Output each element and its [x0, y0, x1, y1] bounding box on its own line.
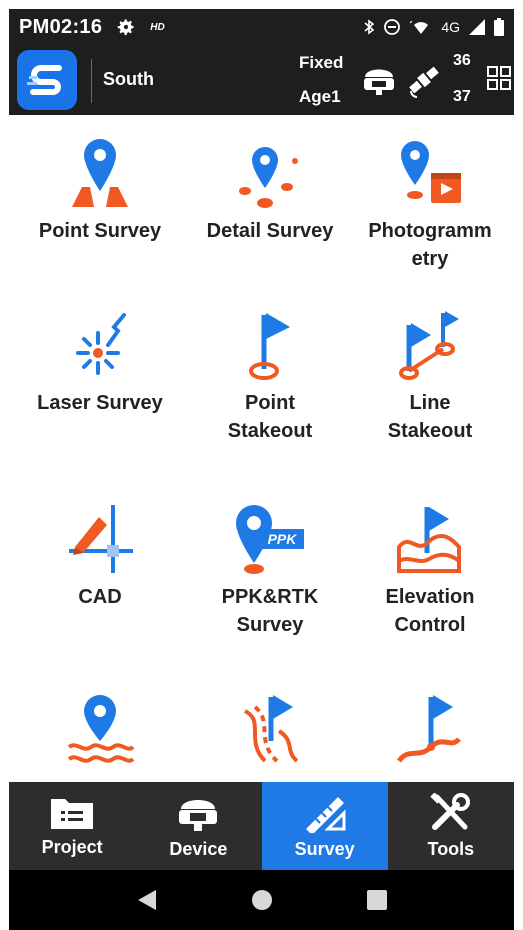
ppk-badge: PPK [268, 531, 298, 547]
tile-cad[interactable]: CAD [16, 495, 184, 611]
wifi-icon [409, 20, 429, 34]
app-grid-icon[interactable] [487, 65, 511, 93]
bottom-navigation: Project Device Survey Tools [9, 782, 514, 870]
detail-survey-icon [239, 147, 298, 208]
survey-function-grid: Point Survey Detail Survey Photogramm et… [9, 115, 514, 782]
tile-label: Point Survey [38, 220, 162, 242]
system-navigation-bar [9, 870, 514, 930]
tile-laser-survey[interactable]: Laser Survey [16, 301, 184, 417]
nav-label: Tools [427, 838, 475, 859]
tile-curve-stakeout[interactable] [346, 685, 514, 773]
nav-project[interactable]: Project [9, 782, 135, 870]
point-stakeout-icon [249, 313, 290, 380]
battery-icon [494, 18, 504, 36]
tile-photogrammetry[interactable]: Photogramm etry [346, 129, 514, 273]
do-not-disturb-icon [384, 19, 401, 35]
hd-indicator: HD [150, 21, 165, 33]
project-icon [51, 798, 94, 829]
tile-ppk-rtk-survey[interactable]: PPK PPK&RTK Survey [186, 495, 354, 639]
tile-detail-survey[interactable]: Detail Survey [186, 129, 354, 245]
tile-label: Laser Survey [37, 392, 163, 414]
tile-label: Elevation Control [385, 586, 475, 636]
tile-label: Photogramm etry [368, 220, 492, 270]
nav-label: Survey [294, 838, 355, 859]
tile-label: Line Stakeout [387, 392, 473, 442]
tile-road-stakeout[interactable] [186, 685, 354, 773]
tile-elevation-control[interactable]: Elevation Control [346, 495, 514, 639]
differential-age: Age1 [299, 87, 341, 106]
ppk-rtk-icon: PPK [236, 505, 304, 574]
status-bar: PM02:16 HD 4G [9, 9, 514, 45]
gear-icon [118, 19, 134, 35]
survey-icon [305, 796, 346, 833]
solution-status: Fixed [299, 53, 344, 72]
nav-device[interactable]: Device [135, 782, 261, 870]
status-time: PM02:16 [19, 15, 103, 38]
tile-point-survey[interactable]: Point Survey [16, 129, 184, 245]
road-stakeout-icon [243, 695, 299, 763]
south-logo-icon [27, 65, 62, 95]
bluetooth-icon [364, 19, 375, 35]
header-divider [91, 59, 92, 103]
tile-label: Point Stakeout [227, 392, 313, 442]
elevation-control-icon [397, 507, 461, 573]
brand-name: South [103, 69, 154, 89]
line-stakeout-icon [399, 311, 459, 380]
point-survey-icon [72, 139, 128, 207]
signal-icon [469, 19, 485, 35]
app-logo[interactable] [17, 50, 77, 110]
app-header: South Fixed Age1 36 37 [9, 45, 514, 115]
nav-label: Device [169, 838, 228, 859]
tile-line-stakeout[interactable]: Line Stakeout [346, 301, 514, 445]
satellites-visible: 37 [453, 88, 471, 105]
photogrammetry-icon [401, 141, 461, 203]
back-icon[interactable] [136, 888, 158, 912]
tools-icon [430, 792, 470, 830]
gnss-receiver-icon[interactable] [361, 63, 397, 97]
network-type: 4G [441, 19, 460, 35]
tile-water-survey[interactable] [16, 685, 184, 773]
tile-point-stakeout[interactable]: Point Stakeout [186, 301, 354, 445]
device-icon [179, 799, 218, 831]
satellites-used: 36 [453, 52, 471, 69]
nav-tools[interactable]: Tools [388, 782, 514, 870]
curve-stakeout-icon [396, 695, 461, 763]
nav-survey[interactable]: Survey [261, 782, 388, 870]
satellite-icon[interactable] [405, 61, 443, 99]
water-survey-icon [67, 695, 135, 763]
laser-survey-icon [76, 313, 126, 375]
nav-label: Project [41, 836, 103, 857]
tile-label: Detail Survey [206, 220, 334, 242]
tile-label: CAD [78, 586, 122, 608]
cad-icon [69, 505, 133, 573]
recents-icon[interactable] [366, 889, 388, 911]
tile-label: PPK&RTK Survey [221, 586, 319, 636]
home-icon[interactable] [251, 889, 273, 911]
